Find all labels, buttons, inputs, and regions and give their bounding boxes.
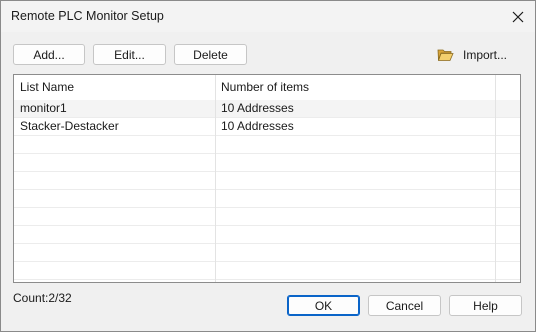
ok-button[interactable]: OK xyxy=(287,295,360,316)
column-header-number-of-items[interactable]: Number of items xyxy=(215,75,495,100)
column-divider xyxy=(495,75,496,282)
list-row-items: 10 Addresses xyxy=(221,119,294,133)
column-divider xyxy=(215,75,216,282)
list-row-items: 10 Addresses xyxy=(221,101,294,115)
list-row-name: monitor1 xyxy=(20,101,67,115)
title-bar: Remote PLC Monitor Setup xyxy=(1,1,535,32)
list-row[interactable]: Stacker-Destacker 10 Addresses xyxy=(14,118,520,136)
close-button[interactable] xyxy=(501,1,535,32)
list-header: List Name Number of items xyxy=(14,75,520,101)
empty-row xyxy=(14,154,520,172)
empty-row xyxy=(14,262,520,280)
empty-row xyxy=(14,190,520,208)
empty-row xyxy=(14,172,520,190)
cancel-button[interactable]: Cancel xyxy=(368,295,441,316)
empty-row xyxy=(14,226,520,244)
remote-plc-monitor-setup-dialog: Remote PLC Monitor Setup Add... Edit... … xyxy=(0,0,536,332)
window-title: Remote PLC Monitor Setup xyxy=(11,9,164,23)
import-label: Import... xyxy=(463,48,508,62)
empty-row xyxy=(14,136,520,154)
column-header-list-name[interactable]: List Name xyxy=(14,75,215,100)
open-folder-icon xyxy=(437,49,454,61)
list-row[interactable]: monitor1 10 Addresses xyxy=(14,100,520,118)
empty-row xyxy=(14,208,520,226)
list-row-name: Stacker-Destacker xyxy=(20,119,119,133)
empty-row xyxy=(14,244,520,262)
monitor-list[interactable]: List Name Number of items monitor1 10 Ad… xyxy=(13,74,521,283)
close-icon xyxy=(512,11,524,22)
count-label: Count:2/32 xyxy=(13,291,72,305)
help-button[interactable]: Help xyxy=(449,295,522,316)
delete-button[interactable]: Delete xyxy=(174,44,247,65)
edit-button[interactable]: Edit... xyxy=(93,44,166,65)
import-button[interactable]: Import... xyxy=(437,46,507,64)
add-button[interactable]: Add... xyxy=(13,44,85,65)
